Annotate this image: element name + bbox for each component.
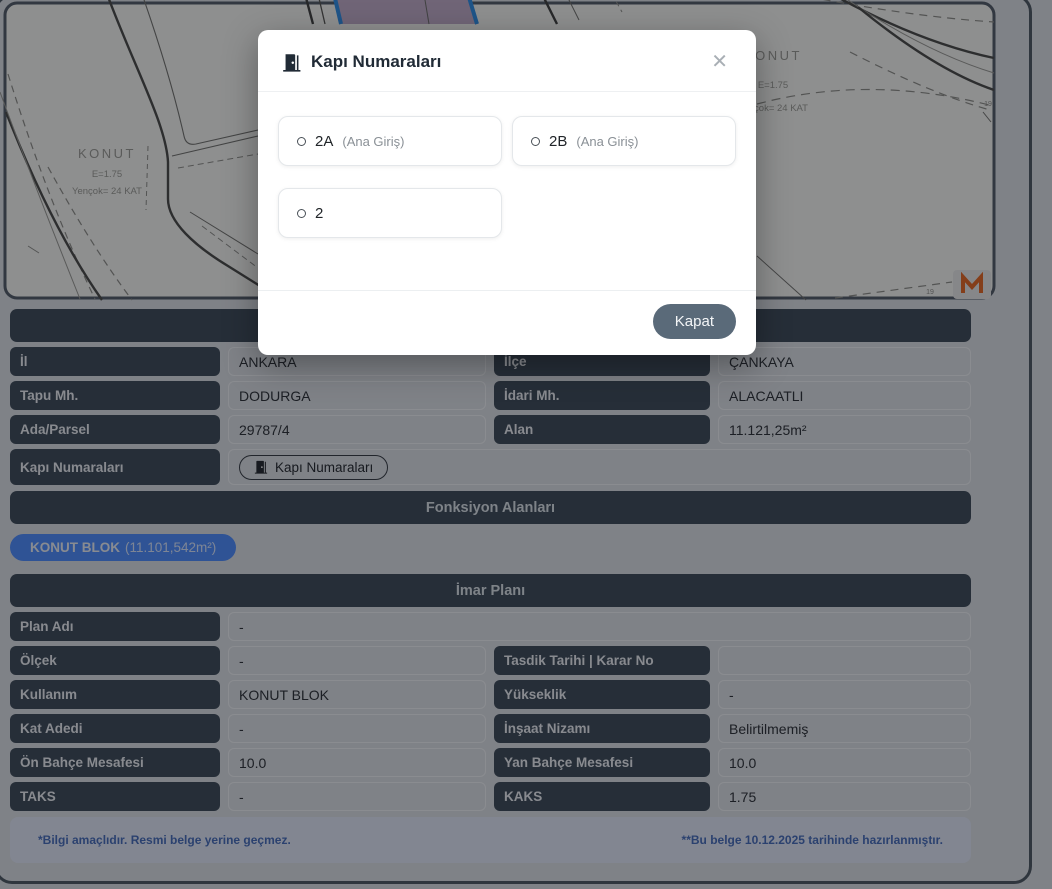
- door-option-2a[interactable]: 2A (Ana Giriş): [278, 116, 502, 166]
- door-option-2[interactable]: 2: [278, 188, 502, 238]
- door-note: (Ana Giriş): [576, 134, 638, 149]
- close-icon[interactable]: ✕: [707, 50, 732, 74]
- door-marker-icon: [297, 137, 306, 146]
- modal-footer: Kapat: [258, 290, 756, 355]
- modal-title: Kapı Numaraları: [311, 52, 697, 72]
- door-icon: [282, 53, 301, 72]
- modal-body: 2A (Ana Giriş) 2B (Ana Giriş) 2: [258, 92, 756, 290]
- kapi-numaralari-modal: Kapı Numaraları ✕ 2A (Ana Giriş) 2B (Ana…: [258, 30, 756, 355]
- door-number: 2B: [549, 133, 567, 150]
- modal-header: Kapı Numaraları ✕: [258, 30, 756, 92]
- door-number: 2A: [315, 133, 333, 150]
- door-note: (Ana Giriş): [342, 134, 404, 149]
- door-marker-icon: [531, 137, 540, 146]
- door-number: 2: [315, 205, 323, 222]
- kapat-button[interactable]: Kapat: [653, 304, 736, 339]
- door-option-2b[interactable]: 2B (Ana Giriş): [512, 116, 736, 166]
- door-marker-icon: [297, 209, 306, 218]
